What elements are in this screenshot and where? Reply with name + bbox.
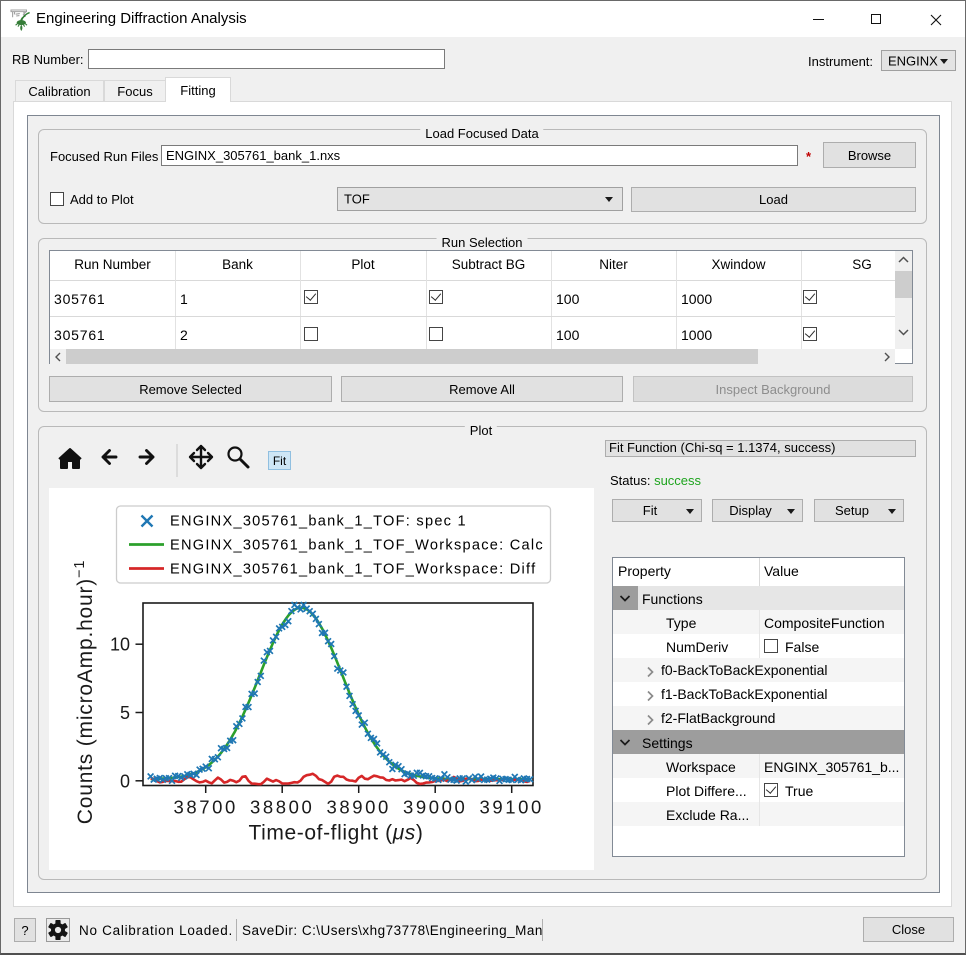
svg-text:Time-of-flight (μs): Time-of-flight (μs) xyxy=(249,822,424,845)
svg-text:39100: 39100 xyxy=(479,797,543,818)
svg-text:5: 5 xyxy=(120,703,130,723)
svg-text:ENGINX_305761_bank_1_TOF_Works: ENGINX_305761_bank_1_TOF_Workspace: Calc xyxy=(170,538,544,554)
svg-text:0: 0 xyxy=(120,771,130,791)
svg-text:38800: 38800 xyxy=(250,797,314,818)
svg-text:ENGINX_305761_bank_1_TOF: spec: ENGINX_305761_bank_1_TOF: spec 1 xyxy=(170,514,467,530)
svg-text:39000: 39000 xyxy=(403,797,467,818)
svg-text:10: 10 xyxy=(110,635,130,655)
svg-text:ENGINX_305761_bank_1_TOF_Works: ENGINX_305761_bank_1_TOF_Workspace: Diff xyxy=(170,562,536,578)
svg-text:Counts (microAmp.hour)−1: Counts (microAmp.hour)−1 xyxy=(72,560,97,824)
svg-text:38900: 38900 xyxy=(326,797,390,818)
svg-text:38700: 38700 xyxy=(173,797,237,818)
